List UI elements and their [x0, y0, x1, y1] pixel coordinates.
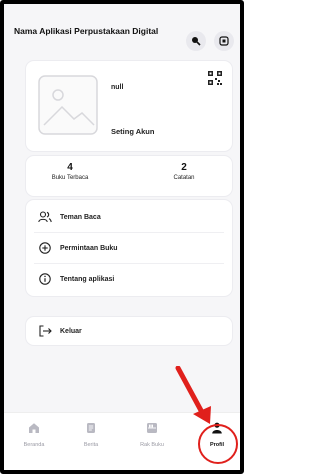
nav-label: Berita — [83, 442, 99, 448]
logout-button[interactable]: Keluar — [26, 316, 232, 346]
stat-label: Catatan — [173, 175, 195, 181]
image-placeholder-icon — [38, 75, 98, 135]
qr-scan-button[interactable] — [214, 31, 234, 51]
menu-item-tentang-aplikasi[interactable]: Tentang aplikasi — [26, 264, 232, 294]
search-button[interactable] — [186, 31, 206, 51]
red-circle-annotation — [198, 424, 238, 464]
info-icon — [38, 272, 52, 286]
app-title: Nama Aplikasi Perpustakaan Digital — [14, 26, 159, 36]
menu-item-teman-baca[interactable]: Teman Baca — [26, 202, 232, 232]
nav-berita[interactable]: Berita — [67, 421, 115, 448]
search-icon — [192, 37, 201, 46]
profile-card: null Seting Akun — [26, 61, 232, 151]
nav-rak-buku[interactable]: Rak Buku — [128, 421, 176, 448]
menu-item-label: Tentang aplikasi — [60, 275, 115, 283]
stats-card: 4 Buku Terbaca 2 Catatan — [26, 156, 232, 196]
qr-scan-icon — [219, 36, 229, 46]
account-settings-link[interactable]: Seting Akun — [111, 127, 154, 136]
qr-code-icon[interactable] — [208, 71, 222, 85]
stat-label: Buku Terbaca — [51, 175, 89, 181]
bookshelf-icon — [147, 423, 157, 433]
logout-icon — [38, 324, 52, 338]
phone-frame: Nama Aplikasi Perpustakaan Digital null — [0, 0, 244, 474]
menu-item-permintaan-buku[interactable]: Permintaan Buku — [26, 233, 232, 263]
app-header: Nama Aplikasi Perpustakaan Digital — [10, 24, 238, 64]
users-icon — [38, 210, 52, 224]
nav-label: Rak Buku — [140, 442, 164, 448]
stat-value: 2 — [181, 162, 187, 173]
stat-value: 4 — [67, 162, 73, 173]
user-name: null — [111, 84, 124, 91]
red-arrow-annotation — [175, 366, 211, 424]
nav-beranda[interactable]: Beranda — [10, 421, 58, 448]
stat-books-read[interactable]: 4 Buku Terbaca — [40, 162, 100, 181]
logout-label: Keluar — [60, 327, 82, 335]
home-icon — [29, 423, 39, 433]
plus-circle-icon — [38, 241, 52, 255]
logout-card: Keluar — [26, 317, 232, 345]
menu-item-label: Permintaan Buku — [60, 244, 118, 252]
news-icon — [87, 423, 95, 433]
stat-notes[interactable]: 2 Catatan — [154, 162, 214, 181]
menu-card: Teman Baca Permintaan Buku Tentang aplik… — [26, 200, 232, 296]
nav-label: Beranda — [23, 442, 45, 448]
menu-item-label: Teman Baca — [60, 213, 101, 221]
